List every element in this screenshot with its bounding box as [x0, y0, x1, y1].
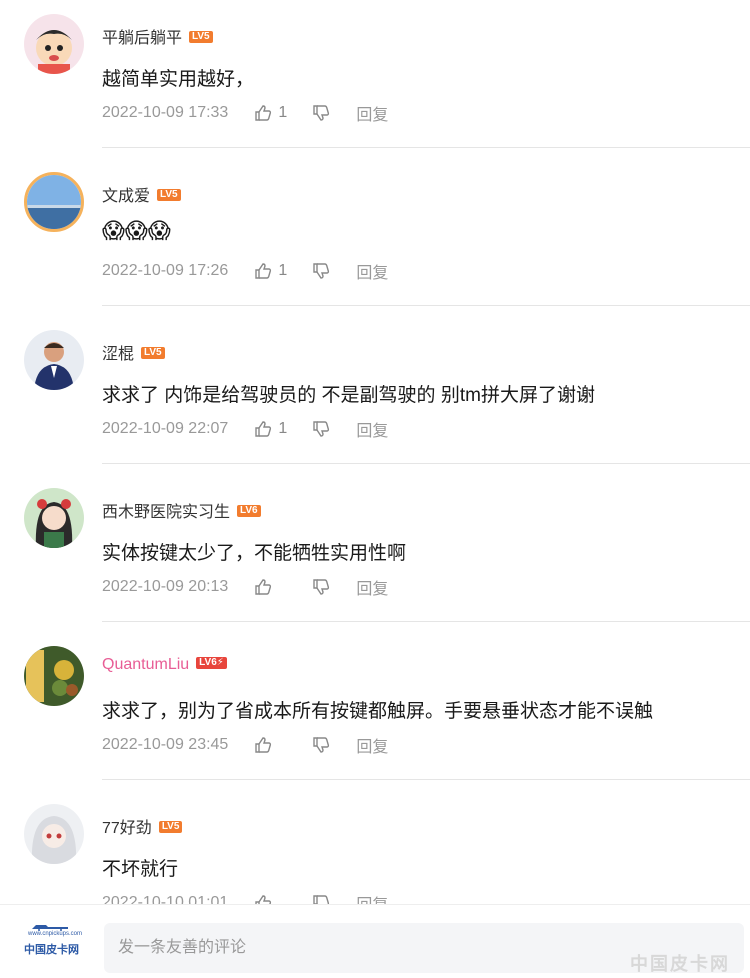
- comment-item: 涩棍 LV5 求求了 内饰是给驾驶员的 不是副驾驶的 别tm拼大屏了谢谢 2022…: [0, 316, 750, 474]
- comment-item: 西木野医院实习生 LV6 实体按键太少了，不能牺牲实用性啊 2022-10-09 …: [0, 474, 750, 632]
- avatar[interactable]: [24, 330, 84, 390]
- comment-meta: 2022-10-09 23:45 回复: [102, 734, 388, 756]
- comment-time: 2022-10-09 23:45: [102, 736, 229, 753]
- username[interactable]: 文成爱 LV5: [102, 182, 181, 206]
- comment-item: 平躺后躺平 LV5 越简单实用越好， 2022-10-09 17:33 1 回复: [0, 0, 750, 158]
- level-badge: LV5: [141, 346, 165, 359]
- comment-meta: 2022-10-09 17:33 1 回复: [102, 102, 388, 124]
- like-count: 1: [278, 262, 288, 279]
- comment-meta: 2022-10-09 20:13 回复: [102, 576, 388, 598]
- comment-meta: 2022-10-09 17:26 1 回复: [102, 260, 388, 282]
- level-badge: LV5: [189, 30, 213, 43]
- level-badge: LV5: [157, 188, 181, 201]
- avatar[interactable]: [24, 488, 84, 548]
- like-count: 1: [278, 420, 288, 437]
- thumbs-down-icon[interactable]: [310, 576, 332, 598]
- username-text[interactable]: 文成爱: [102, 188, 150, 205]
- reply-button[interactable]: 回复: [356, 733, 388, 757]
- comment-time: 2022-10-09 17:33: [102, 104, 229, 121]
- comment-text: 实体按键太少了，不能牺牲实用性啊: [102, 543, 407, 564]
- reply-button[interactable]: 回复: [356, 575, 388, 599]
- level-badge: LV5: [158, 820, 183, 833]
- level-badge: LV6⚡: [196, 656, 227, 669]
- divider: [102, 305, 750, 306]
- username[interactable]: 涩棍 LV5: [102, 340, 165, 364]
- pickup-truck-icon: [32, 925, 68, 931]
- thumbs-up-icon[interactable]: [252, 418, 274, 440]
- username[interactable]: QuantumLiu LV6⚡: [102, 656, 227, 674]
- level-badge: LV6: [237, 504, 261, 517]
- username-text[interactable]: 平躺后躺平: [102, 30, 182, 47]
- avatar[interactable]: [24, 804, 84, 864]
- comment-time: 2022-10-09 22:07: [102, 420, 229, 437]
- reply-button[interactable]: 回复: [356, 259, 388, 283]
- comment-text: 😱😱😱: [102, 218, 171, 243]
- reply-button[interactable]: 回复: [356, 101, 388, 125]
- username-text[interactable]: 77好劲: [102, 820, 152, 837]
- thumbs-down-icon[interactable]: [310, 102, 332, 124]
- comment-meta: 2022-10-09 22:07 1 回复: [102, 418, 388, 440]
- thumbs-down-icon[interactable]: [310, 418, 332, 440]
- comment-text: 求求了，别为了省成本所有按键都触屏。手要悬垂状态才能不误触: [102, 701, 654, 722]
- username[interactable]: 77好劲 LV5: [102, 814, 183, 838]
- comment-item: 文成爱 LV5 😱😱😱 2022-10-09 17:26 1 回复: [0, 158, 750, 316]
- avatar[interactable]: [24, 646, 84, 706]
- comment-text: 不坏就行: [102, 859, 179, 880]
- watermark: 中国皮卡网: [630, 954, 730, 974]
- comment-time: 2022-10-09 20:13: [102, 578, 229, 595]
- thumbs-down-icon[interactable]: [310, 734, 332, 756]
- thumbs-up-icon[interactable]: [252, 260, 274, 282]
- divider: [102, 147, 750, 148]
- divider: [102, 779, 750, 780]
- like-count: 1: [278, 104, 288, 121]
- comment-time: 2022-10-09 17:26: [102, 262, 229, 279]
- username[interactable]: 平躺后躺平 LV5: [102, 24, 213, 48]
- avatar[interactable]: [24, 14, 84, 74]
- site-logo[interactable]: www.cnpickups.com 中国皮卡网: [20, 921, 84, 967]
- logo-name: 中国皮卡网: [24, 944, 79, 956]
- divider: [102, 463, 750, 464]
- username-text[interactable]: 西木野医院实习生: [102, 504, 230, 521]
- thumbs-up-icon[interactable]: [252, 102, 274, 124]
- comment-text: 越简单实用越好，: [102, 69, 255, 90]
- comment-item: QuantumLiu LV6⚡ 求求了，别为了省成本所有按键都触屏。手要悬垂状态才…: [0, 632, 750, 790]
- username-text[interactable]: QuantumLiu: [102, 656, 189, 673]
- avatar[interactable]: [24, 172, 84, 232]
- username[interactable]: 西木野医院实习生 LV6: [102, 498, 261, 522]
- logo-url: www.cnpickups.com: [28, 931, 83, 937]
- username-text[interactable]: 涩棍: [102, 346, 134, 363]
- comment-text: 求求了 内饰是给驾驶员的 不是副驾驶的 别tm拼大屏了谢谢: [102, 385, 595, 406]
- thumbs-down-icon[interactable]: [310, 260, 332, 282]
- reply-button[interactable]: 回复: [356, 417, 388, 441]
- thumbs-up-icon[interactable]: [252, 734, 274, 756]
- divider: [102, 621, 750, 622]
- comment-bar: www.cnpickups.com 中国皮卡网 发一条友善的评论 中国皮卡网: [0, 904, 750, 978]
- thumbs-up-icon[interactable]: [252, 576, 274, 598]
